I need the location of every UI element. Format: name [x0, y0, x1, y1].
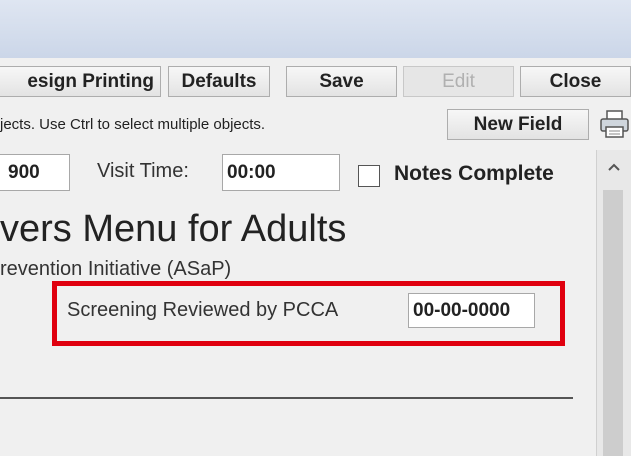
chevron-up-icon[interactable] — [597, 150, 631, 184]
notes-complete-label: Notes Complete — [394, 162, 554, 185]
save-button[interactable]: Save — [286, 66, 397, 97]
vertical-scrollbar[interactable] — [596, 150, 631, 456]
design-printing-button[interactable]: esign Printing — [0, 66, 161, 97]
page-subtitle: revention Initiative (ASaP) — [0, 258, 232, 280]
selection-hint: jects. Use Ctrl to select multiple objec… — [0, 116, 266, 133]
toolbar: esign Printing Defaults Save Edit Close … — [0, 58, 631, 151]
edit-button[interactable]: Edit — [403, 66, 514, 97]
section-divider — [0, 397, 573, 399]
visit-time-label: Visit Time: — [97, 160, 189, 182]
visit-time-field[interactable]: 00:00 — [222, 154, 340, 191]
scroll-thumb[interactable] — [603, 190, 623, 456]
page-title: vers Menu for Adults — [0, 208, 347, 250]
highlight-box — [52, 281, 565, 346]
defaults-button[interactable]: Defaults — [168, 66, 270, 97]
notes-complete-checkbox[interactable] — [358, 165, 380, 187]
window-titlebar — [0, 0, 631, 58]
visit-date-field[interactable]: 900 — [0, 154, 70, 191]
new-field-button[interactable]: New Field — [447, 109, 589, 140]
close-button[interactable]: Close — [520, 66, 631, 97]
printer-icon[interactable] — [598, 108, 631, 140]
